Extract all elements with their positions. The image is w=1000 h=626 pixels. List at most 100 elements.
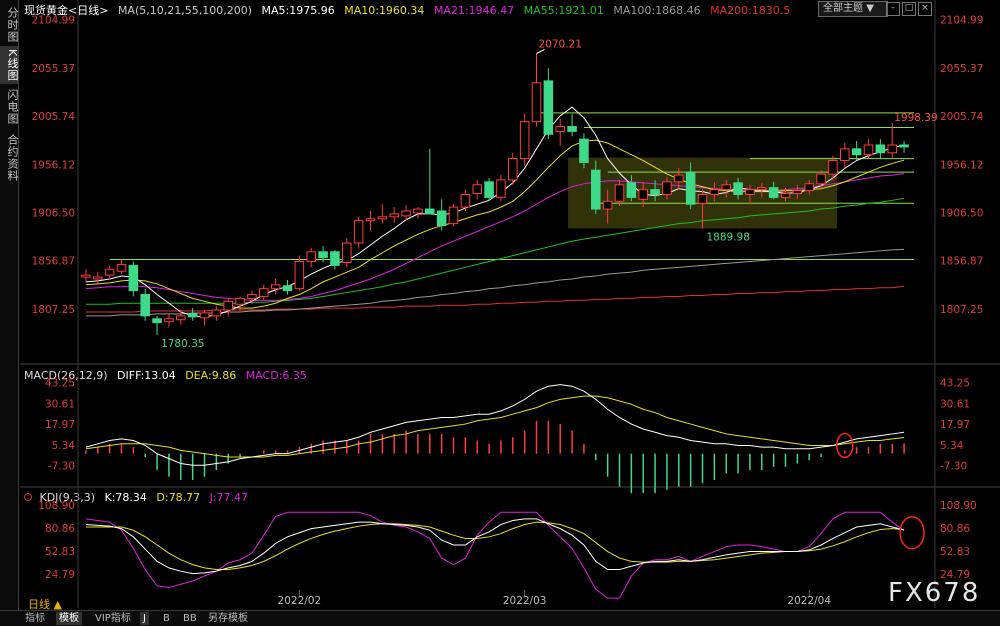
candle-body (602, 200, 613, 210)
y-tick-label: 108.90 (38, 500, 75, 512)
tab-vip-indicators[interactable]: VIP指标 (92, 612, 134, 625)
candle-body (211, 309, 222, 317)
candle-body (816, 173, 826, 185)
candle-body (674, 174, 684, 183)
candle-body (496, 179, 506, 198)
candle-body (851, 148, 862, 156)
candle-body (270, 284, 281, 290)
tab-bb[interactable]: BB (180, 612, 200, 625)
candle-body (662, 181, 672, 195)
y-tick-label: 43.25 (940, 378, 970, 390)
candle-body (484, 181, 494, 198)
candle-body (436, 210, 447, 227)
y-tick-label: 1807.25 (940, 304, 983, 316)
candle-body (614, 184, 625, 202)
kdj-d-line (85, 521, 905, 571)
candle-body (531, 82, 542, 123)
candle-body (650, 189, 660, 195)
candle-body (697, 193, 708, 204)
candle-body (282, 285, 293, 292)
candle-body (638, 189, 648, 200)
y-tick-label: -7.30 (940, 461, 967, 473)
y-tick-label: 108.90 (940, 500, 977, 512)
candle-body (389, 213, 399, 218)
candle-body (519, 121, 530, 160)
candle-body (294, 260, 305, 290)
y-tick-label: 5.34 (52, 440, 76, 452)
y-tick-label: 1856.87 (32, 256, 75, 268)
candle-body (235, 297, 245, 305)
y-tick-label: 1807.25 (32, 304, 75, 316)
tab-j[interactable]: J (140, 612, 149, 625)
recent-high-annotation: 1998.39 (894, 112, 937, 124)
candle-body (863, 144, 874, 156)
tab-templates[interactable]: 模板 (56, 612, 82, 625)
candle-body (828, 160, 838, 175)
kdj-cross-highlight (899, 515, 925, 550)
swing-low-annotation: 1780.35 (161, 338, 204, 350)
chart-canvas[interactable]: 2104.99 2104.99 2055.37 2055.37 2005.74 2005.… (0, 0, 1000, 610)
tab-save-template[interactable]: 另存模板 (205, 612, 251, 625)
high-annotation: 2070.21 (539, 38, 582, 50)
candle-body (875, 144, 886, 154)
y-tick-label: -7.30 (48, 461, 75, 473)
candle-body (247, 294, 257, 299)
y-tick-label: 30.61 (940, 398, 970, 410)
x-tick-label: 2022/02 (278, 595, 322, 607)
candle-body (899, 144, 909, 148)
candle-body (425, 208, 435, 215)
y-tick-label: 17.97 (940, 419, 970, 431)
kdj-j-line (85, 511, 905, 599)
candle-body (377, 216, 388, 220)
y-tick-label: 2005.74 (940, 111, 984, 123)
candle-body (128, 264, 139, 292)
candle-body (259, 288, 269, 297)
candle-body (448, 206, 459, 225)
macd-cross-highlight (836, 432, 854, 459)
tab-b[interactable]: B (160, 612, 173, 625)
x-tick-label: 2022/04 (787, 595, 831, 607)
kdj-k-line (85, 518, 905, 575)
y-tick-label: 52.83 (940, 546, 970, 558)
candle-body (709, 189, 720, 195)
candle-body (164, 318, 174, 323)
candle-body (365, 218, 376, 222)
y-tick-label: 5.34 (940, 440, 964, 452)
candle-body (792, 190, 803, 195)
candle-body (81, 274, 91, 278)
candle-body (685, 171, 696, 205)
candle-body (116, 263, 127, 272)
tab-indicators[interactable]: 指标 (22, 612, 48, 625)
y-tick-label: 1906.50 (940, 207, 983, 219)
ma200-line (85, 285, 905, 313)
candle-body (342, 242, 352, 263)
candle-body (579, 138, 589, 163)
candle-body (626, 182, 637, 198)
candle-body (543, 80, 554, 135)
candle-body (413, 208, 423, 214)
y-tick-label: 52.83 (45, 546, 75, 558)
candle-body (840, 148, 850, 162)
candle-body (223, 300, 233, 311)
y-tick-label: 2104.99 (32, 15, 75, 27)
y-tick-label: 1956.12 (32, 159, 75, 171)
y-tick-label: 43.25 (45, 378, 75, 390)
macd-diff-line (85, 384, 905, 466)
x-tick-label: 2022/03 (503, 595, 547, 607)
candle-body (887, 144, 897, 154)
y-tick-label: 1906.50 (32, 207, 75, 219)
y-tick-label: 1856.87 (940, 256, 983, 268)
y-tick-label: 80.86 (940, 523, 970, 535)
candle-body (567, 126, 577, 132)
y-tick-label: 2055.37 (32, 63, 75, 75)
y-tick-label: 17.97 (45, 419, 75, 431)
candle-body (508, 158, 518, 181)
y-tick-label: 80.86 (45, 523, 75, 535)
candle-body (353, 220, 364, 244)
bottom-toolbar: 指标 模板 VIP指标 J B BB 另存模板 (0, 610, 1000, 626)
candle-body (104, 268, 115, 276)
fx678-watermark: FX678 (888, 578, 981, 608)
candle-body (555, 126, 565, 132)
candle-body (401, 210, 411, 217)
candle-body (318, 251, 328, 259)
